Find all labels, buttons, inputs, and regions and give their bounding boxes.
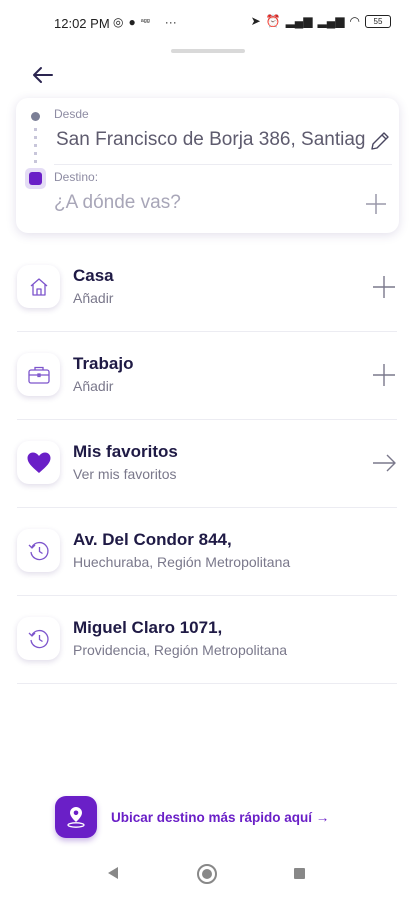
add-stop-button[interactable] — [364, 192, 388, 216]
history-icon-box — [17, 529, 60, 572]
item-title: Mis favoritos — [73, 442, 178, 461]
plus-icon — [366, 194, 386, 214]
destination-marker-icon — [25, 168, 46, 189]
back-button[interactable] — [28, 60, 58, 90]
list-item-history[interactable]: Miguel Claro 1071, Providencia, Región M… — [17, 596, 397, 684]
signal-2-icon: ▂▄▆ — [317, 14, 345, 28]
origin-field[interactable]: San Francisco de Borja 386, Santiago — [56, 129, 366, 151]
destination-input[interactable] — [54, 190, 354, 216]
sheet-handle[interactable] — [171, 49, 245, 53]
status-bar: 12:02 PM ◎ ● ᵃᵍᵍ ··· ➤ ⏰ ▂▄▆ ▂▄▆ ◠ 55 — [0, 0, 415, 46]
chat-icon: ● — [128, 15, 136, 29]
arrow-right-icon — [373, 454, 396, 472]
system-icons: ➤ ⏰ ▂▄▆ ▂▄▆ ◠ 55 — [251, 14, 391, 28]
item-subtitle: Añadir — [73, 378, 114, 394]
divider — [54, 164, 392, 165]
location-icon: ➤ — [250, 14, 261, 28]
history-icon-box — [17, 617, 60, 660]
triangle-back-icon — [108, 867, 118, 879]
heart-icon — [27, 452, 50, 473]
map-pin-icon — [55, 796, 97, 838]
item-title: Trabajo — [73, 354, 134, 373]
heart-icon-box — [17, 441, 60, 484]
pencil-icon — [371, 132, 389, 150]
history-icon — [28, 629, 49, 648]
item-title: Av. Del Condor 844, — [73, 530, 232, 549]
add-trabajo-button[interactable] — [371, 362, 397, 388]
quick-locate-banner[interactable]: Ubicar destino más rápido aquí → — [55, 795, 375, 839]
briefcase-icon-box — [17, 353, 60, 396]
signal-icon: ▂▄▆ — [285, 14, 313, 28]
battery-icon: 55 — [365, 14, 391, 28]
item-subtitle: Añadir — [73, 290, 114, 306]
home-icon-box — [17, 265, 60, 308]
whatsapp-icon: ◎ — [113, 15, 124, 29]
list-item-favoritos[interactable]: Mis favoritos Ver mis favoritos — [17, 420, 397, 508]
plus-icon — [373, 364, 395, 386]
history-icon — [28, 541, 49, 560]
notification-icons: ◎ ● ᵃᵍᵍ ··· — [113, 15, 177, 29]
edit-origin-button[interactable] — [368, 129, 392, 153]
arrow-left-icon — [33, 67, 53, 83]
route-card: Desde San Francisco de Borja 386, Santia… — [16, 98, 399, 233]
list-item-history[interactable]: Av. Del Condor 844, Huechuraba, Región M… — [17, 508, 397, 596]
app-icon: ᵃᵍᵍ — [140, 17, 150, 26]
quick-locate-label: Ubicar destino más rápido aquí → — [111, 809, 330, 825]
item-subtitle: Ver mis favoritos — [73, 466, 177, 482]
more-icon: ··· — [164, 15, 177, 29]
from-label: Desde — [54, 107, 89, 121]
wifi-icon: ◠ — [349, 14, 360, 28]
item-subtitle: Huechuraba, Región Metropolitana — [73, 554, 291, 570]
origin-dot-icon — [31, 112, 40, 121]
item-subtitle: Providencia, Región Metropolitana — [73, 642, 288, 658]
open-favoritos-button[interactable] — [371, 450, 397, 476]
item-title: Casa — [73, 266, 114, 285]
item-title: Miguel Claro 1071, — [73, 618, 223, 637]
to-label: Destino: — [54, 170, 99, 184]
nav-back-button[interactable] — [106, 866, 120, 885]
plus-icon — [373, 276, 395, 298]
alarm-icon: ⏰ — [265, 14, 281, 28]
nav-home-button[interactable] — [197, 864, 217, 884]
divider — [17, 683, 397, 684]
add-casa-button[interactable] — [371, 274, 397, 300]
system-nav-bar — [0, 848, 415, 900]
briefcase-icon — [27, 366, 50, 384]
list-item-casa[interactable]: Casa Añadir — [17, 244, 397, 332]
status-time: 12:02 PM — [54, 16, 110, 31]
home-icon — [30, 277, 47, 296]
nav-recents-button[interactable] — [294, 868, 305, 879]
list-item-trabajo[interactable]: Trabajo Añadir — [17, 332, 397, 420]
